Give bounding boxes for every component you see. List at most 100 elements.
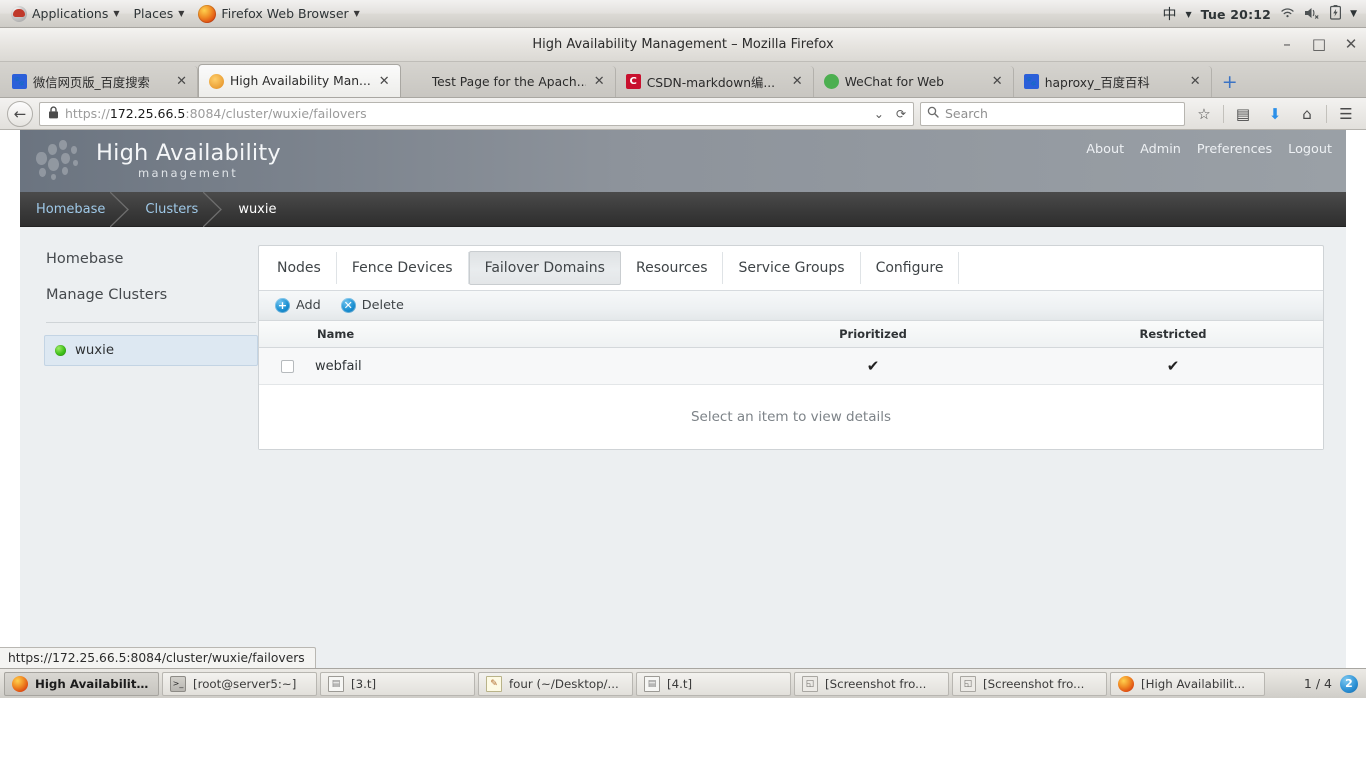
chevron-down-icon[interactable]: ▼ xyxy=(1185,10,1191,19)
row-select-cell xyxy=(259,347,315,385)
add-button[interactable]: + Add xyxy=(275,298,321,313)
taskbar-item-label: High Availability ... xyxy=(35,676,151,691)
browser-tab[interactable]: WeChat for Web ✕ xyxy=(814,66,1014,97)
taskbar-item-3t[interactable]: ▤ [3.t] xyxy=(320,671,475,696)
row-checkbox[interactable] xyxy=(280,359,294,373)
table-row[interactable]: webfail ✔ ✔ xyxy=(259,347,1323,385)
delete-button[interactable]: ✕ Delete xyxy=(340,298,404,313)
new-tab-button[interactable]: + xyxy=(1212,71,1248,97)
breadcrumb-item-homebase[interactable]: Homebase xyxy=(20,192,130,227)
clock[interactable]: Tue 20:12 xyxy=(1201,7,1271,22)
delete-button-label: Delete xyxy=(361,298,404,313)
input-method-indicator[interactable]: 中 xyxy=(1162,4,1176,24)
browser-tab[interactable]: Test Page for the Apach... ✕ xyxy=(401,66,616,97)
plus-circle-icon: + xyxy=(275,298,290,313)
browser-tab-active[interactable]: High Availability Man... ✕ xyxy=(198,64,401,97)
screenshot-icon: ◱ xyxy=(802,675,818,692)
reader-list-icon[interactable]: ▤ xyxy=(1230,105,1256,123)
taskbar-item-high-availability[interactable]: High Availability ... xyxy=(4,671,159,696)
volume-muted-icon[interactable] xyxy=(1304,6,1321,23)
window-title: High Availability Management – Mozilla F… xyxy=(532,37,834,52)
breadcrumb-item-wuxie[interactable]: wuxie xyxy=(214,192,292,226)
taskbar-item-screenshot-2[interactable]: ◱ [Screenshot fro... xyxy=(952,671,1107,696)
sidebar-cluster-wuxie[interactable]: wuxie xyxy=(44,335,258,366)
url-path: :8084/cluster/wuxie/failovers xyxy=(185,106,367,121)
applications-menu[interactable]: Applications ▼ xyxy=(4,2,127,26)
close-icon[interactable]: ✕ xyxy=(592,74,607,89)
taskbar-item-label: [Screenshot fro... xyxy=(825,676,927,691)
taskbar-item-label: four (~/Desktop/... xyxy=(509,676,619,691)
sidebar-item-manage-clusters[interactable]: Manage Clusters xyxy=(44,281,258,309)
close-icon[interactable]: ✕ xyxy=(1188,74,1203,89)
minimize-button[interactable]: – xyxy=(1278,37,1296,52)
app-topnav: About Admin Preferences Logout xyxy=(1086,142,1332,157)
hamburger-menu-icon[interactable]: ☰ xyxy=(1333,105,1359,123)
ha-gear-icon xyxy=(209,73,224,89)
search-bar[interactable]: Search xyxy=(920,101,1185,126)
failover-domains-table: Name Prioritized Restricted webfail ✔ ✔ xyxy=(259,321,1323,385)
url-bar[interactable]: https://172.25.66.5:8084/cluster/wuxie/f… xyxy=(39,101,914,126)
browser-tab[interactable]: CSDN-markdown编... ✕ xyxy=(616,66,814,97)
tab-nodes[interactable]: Nodes xyxy=(261,252,337,284)
tab-failover-domains[interactable]: Failover Domains xyxy=(468,251,621,285)
window-titlebar: High Availability Management – Mozilla F… xyxy=(0,28,1366,62)
browser-tab[interactable]: haproxy_百度百科 ✕ xyxy=(1014,66,1212,97)
taskbar-item-four[interactable]: ✎ four (~/Desktop/... xyxy=(478,671,633,696)
tab-fence-devices[interactable]: Fence Devices xyxy=(337,252,469,284)
browser-tab[interactable]: 微信网页版_百度搜索 ✕ xyxy=(2,66,198,97)
nav-about[interactable]: About xyxy=(1086,142,1124,157)
nav-admin[interactable]: Admin xyxy=(1140,142,1181,157)
maximize-button[interactable]: □ xyxy=(1310,37,1328,52)
chevron-down-icon[interactable]: ⌄ xyxy=(871,107,887,121)
tab-resources[interactable]: Resources xyxy=(621,252,724,284)
downloads-icon[interactable]: ⬇ xyxy=(1262,105,1288,123)
taskbar-item-high-availability-2[interactable]: [High Availabilit... xyxy=(1110,671,1265,696)
close-icon[interactable]: ✕ xyxy=(377,74,392,89)
workspace-label: 1 / 4 xyxy=(1303,676,1332,691)
wechat-icon xyxy=(823,74,839,89)
browser-tabstrip: 微信网页版_百度搜索 ✕ High Availability Man... ✕ … xyxy=(0,62,1366,98)
x-circle-icon: ✕ xyxy=(340,298,356,313)
terminal-icon: >_ xyxy=(170,675,186,692)
taskbar-item-screenshot-1[interactable]: ◱ [Screenshot fro... xyxy=(794,671,949,696)
panel-dropdown-icon[interactable]: ▼ xyxy=(1350,9,1357,19)
sidebar-item-homebase[interactable]: Homebase xyxy=(44,245,258,273)
chevron-down-icon: ▼ xyxy=(353,9,360,18)
nav-logout[interactable]: Logout xyxy=(1288,142,1332,157)
close-icon[interactable]: ✕ xyxy=(990,74,1005,89)
close-icon[interactable]: ✕ xyxy=(790,74,805,89)
taskbar-item-label: [4.t] xyxy=(667,676,693,691)
nav-preferences[interactable]: Preferences xyxy=(1197,142,1272,157)
firefox-window: High Availability Management – Mozilla F… xyxy=(0,28,1366,668)
workspace-switcher[interactable]: 1 / 4 2 xyxy=(1303,674,1362,693)
column-restricted: Restricted xyxy=(1023,321,1323,348)
firefox-icon xyxy=(1118,675,1134,692)
close-icon[interactable]: ✕ xyxy=(174,74,189,89)
panel-tabs: Nodes Fence Devices Failover Domains Res… xyxy=(259,246,1323,291)
tab-service-groups[interactable]: Service Groups xyxy=(723,252,861,284)
app-brand: High Availability management xyxy=(20,136,281,186)
brand-subtitle: management xyxy=(138,166,239,181)
home-icon[interactable]: ⌂ xyxy=(1294,105,1320,123)
row-restricted-cell: ✔ xyxy=(1023,347,1323,385)
table-body: webfail ✔ ✔ xyxy=(259,347,1323,385)
bookmark-star-icon[interactable]: ☆ xyxy=(1191,105,1217,123)
places-menu[interactable]: Places ▼ xyxy=(127,2,192,26)
notes-icon: ✎ xyxy=(486,675,502,692)
back-button[interactable]: ← xyxy=(7,100,33,127)
tab-configure[interactable]: Configure xyxy=(861,252,960,284)
add-button-label: Add xyxy=(296,298,321,313)
wifi-icon[interactable] xyxy=(1280,6,1295,22)
taskbar-item-terminal[interactable]: >_ [root@server5:~] xyxy=(162,671,317,696)
battery-charging-icon[interactable] xyxy=(1330,5,1342,23)
reload-icon[interactable]: ⟳ xyxy=(893,107,909,121)
taskbar-item-label: [root@server5:~] xyxy=(193,676,297,691)
taskbar-item-4t[interactable]: ▤ [4.t] xyxy=(636,671,791,696)
details-placeholder-text: Select an item to view details xyxy=(690,409,892,425)
breadcrumb-item-clusters[interactable]: Clusters xyxy=(121,192,223,227)
browser-tab-label: WeChat for Web xyxy=(844,74,944,89)
active-app-menu[interactable]: Firefox Web Browser ▼ xyxy=(191,2,366,26)
fedora-icon xyxy=(11,5,27,22)
close-button[interactable]: ✕ xyxy=(1342,37,1360,52)
tab-label: Configure xyxy=(875,260,944,276)
